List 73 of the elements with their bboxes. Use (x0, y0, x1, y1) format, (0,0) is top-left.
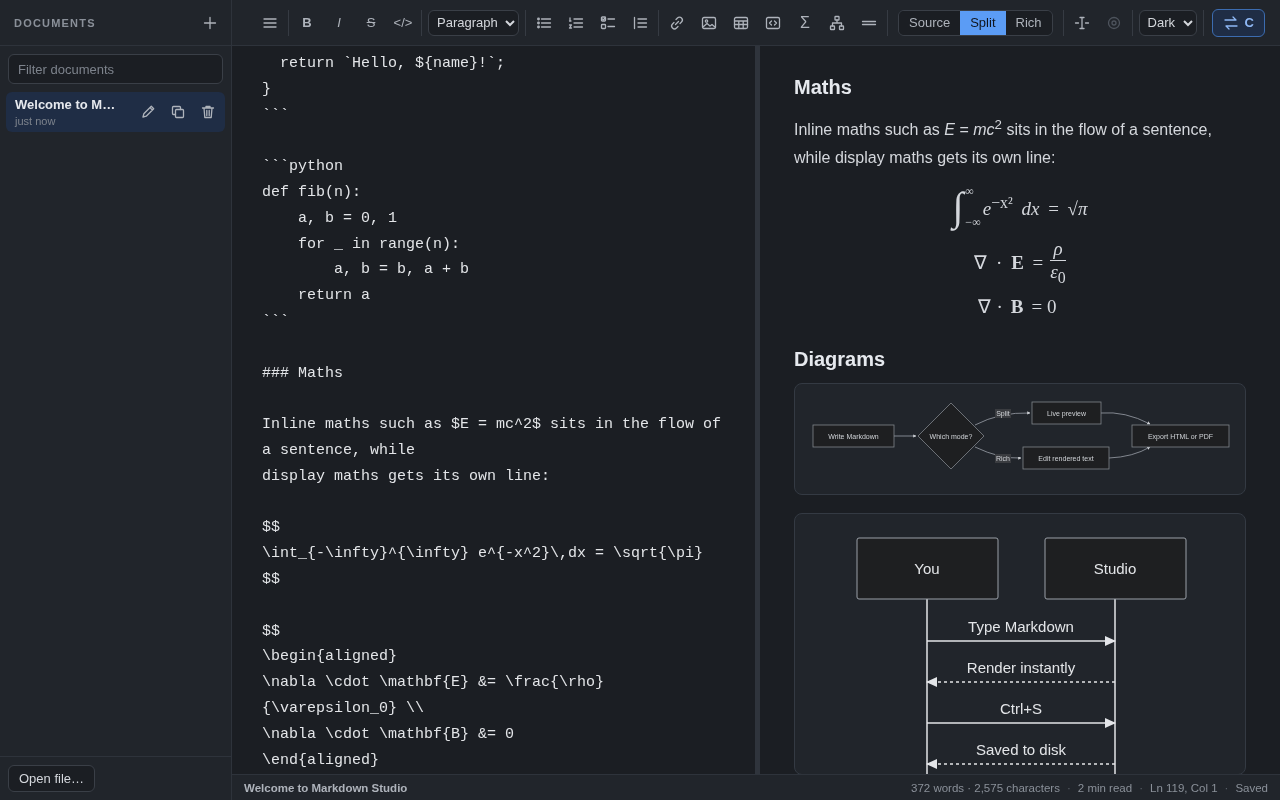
code-line: return `Hello, ${name}!`; (279, 54, 507, 74)
separator-dot: · (1066, 781, 1071, 794)
code-line: \end{aligned} (262, 750, 381, 771)
message-label: Type Markdown (968, 618, 1074, 636)
text-cursor-icon (1073, 14, 1090, 31)
split-handle[interactable] (755, 46, 760, 774)
style-select[interactable]: Paragraph (428, 9, 519, 36)
copy-icon (170, 104, 186, 120)
status-text: 372 words · 2,575 characters (911, 781, 1060, 794)
link-icon (669, 14, 685, 31)
document-item[interactable]: Welcome to M… just now (6, 92, 225, 132)
equation: ∇·B=0 (978, 295, 1062, 319)
view-mode-tab[interactable]: Rich (1005, 10, 1052, 35)
code-line: for _ in range(n): (297, 234, 462, 255)
target-icon (1105, 14, 1122, 31)
action-button[interactable]: C (1211, 8, 1265, 37)
status-text: 2 min read (1077, 781, 1133, 794)
style-select[interactable]: Dark (1138, 9, 1197, 36)
code-line: $$ (262, 569, 281, 590)
view-mode-tab[interactable]: Source (899, 10, 961, 35)
document-name: Welcome to Markdown Studio (244, 781, 408, 794)
strikethrough-button[interactable]: S (357, 8, 385, 37)
hierarchy-icon (829, 14, 845, 31)
plus-icon (202, 14, 218, 31)
code-line: $$ (262, 621, 281, 642)
code-line: a, b = b, a + b (333, 260, 471, 281)
trash-icon (200, 104, 216, 120)
code-block-icon (765, 14, 781, 31)
open-file-button[interactable]: Open file… (8, 765, 96, 792)
document-time: just now (15, 115, 57, 127)
code-line: {\varepsilon_0} \\ (262, 698, 426, 719)
separator-dot: · (1139, 781, 1143, 794)
code-line: $$ (262, 518, 281, 539)
quote-icon (632, 14, 648, 31)
view-mode-tab[interactable]: Split (960, 10, 1006, 35)
code-line: a sentence, while (262, 440, 417, 461)
paragraph: Inline maths such as E = mc$^{2}$ sits in the flow of a sentence, while display maths gets its own line: (794, 116, 1213, 169)
code-line: display maths gets its own line: (262, 466, 552, 487)
code-line: ``` (262, 311, 290, 332)
separator-dot: · (1224, 781, 1229, 794)
code-line: ### Maths (262, 363, 344, 384)
message-label: Saved to disk (975, 741, 1067, 759)
filter-field[interactable]: Filter documents (8, 54, 223, 84)
participant-box: You (856, 537, 999, 600)
section-heading: Diagrams (794, 348, 887, 372)
code-line: \int_{-\infty}^{\infty} e^{-x^2}\,dx = \sqrt{\pi} (262, 544, 705, 565)
message-label: Render instantly (966, 659, 1076, 677)
participant-box: Studio (1044, 537, 1187, 600)
pencil-icon (140, 104, 156, 120)
bold-button[interactable]: B (293, 8, 321, 37)
section-heading: Maths (794, 76, 853, 99)
status-text: Saved (1235, 781, 1268, 794)
code-line: } (262, 79, 272, 100)
code-line: return a (297, 286, 372, 307)
code-line: def fib(n): (262, 183, 363, 203)
checklist-icon (600, 14, 616, 31)
code-line: a, b = 0, 1 (297, 208, 399, 229)
inline-code-button[interactable]: </> (389, 8, 417, 37)
swap-icon (1222, 14, 1239, 31)
math-button[interactable]: Σ (791, 8, 819, 37)
code-line: ``` (262, 105, 290, 126)
status-text: Ln 119, Col 1 (1150, 781, 1218, 794)
code-line: \nabla \cdot \mathbf{B} &= 0 (262, 724, 516, 745)
italic-button[interactable]: I (325, 8, 353, 37)
image-icon (701, 14, 717, 31)
code-line: \nabla \cdot \mathbf{E} &= \frac{\rho} (262, 673, 606, 694)
code-line: \begin{aligned} (262, 647, 399, 668)
document-title: Welcome to M… (15, 97, 117, 112)
code-line: ```python (262, 157, 344, 178)
message-label: Ctrl+S (999, 700, 1043, 718)
table-icon (733, 14, 749, 31)
code-line: Inline maths such as $E = mc^2$ sits in the flow of (262, 415, 723, 436)
sidebar-title: DOCUMENTS (14, 16, 96, 29)
